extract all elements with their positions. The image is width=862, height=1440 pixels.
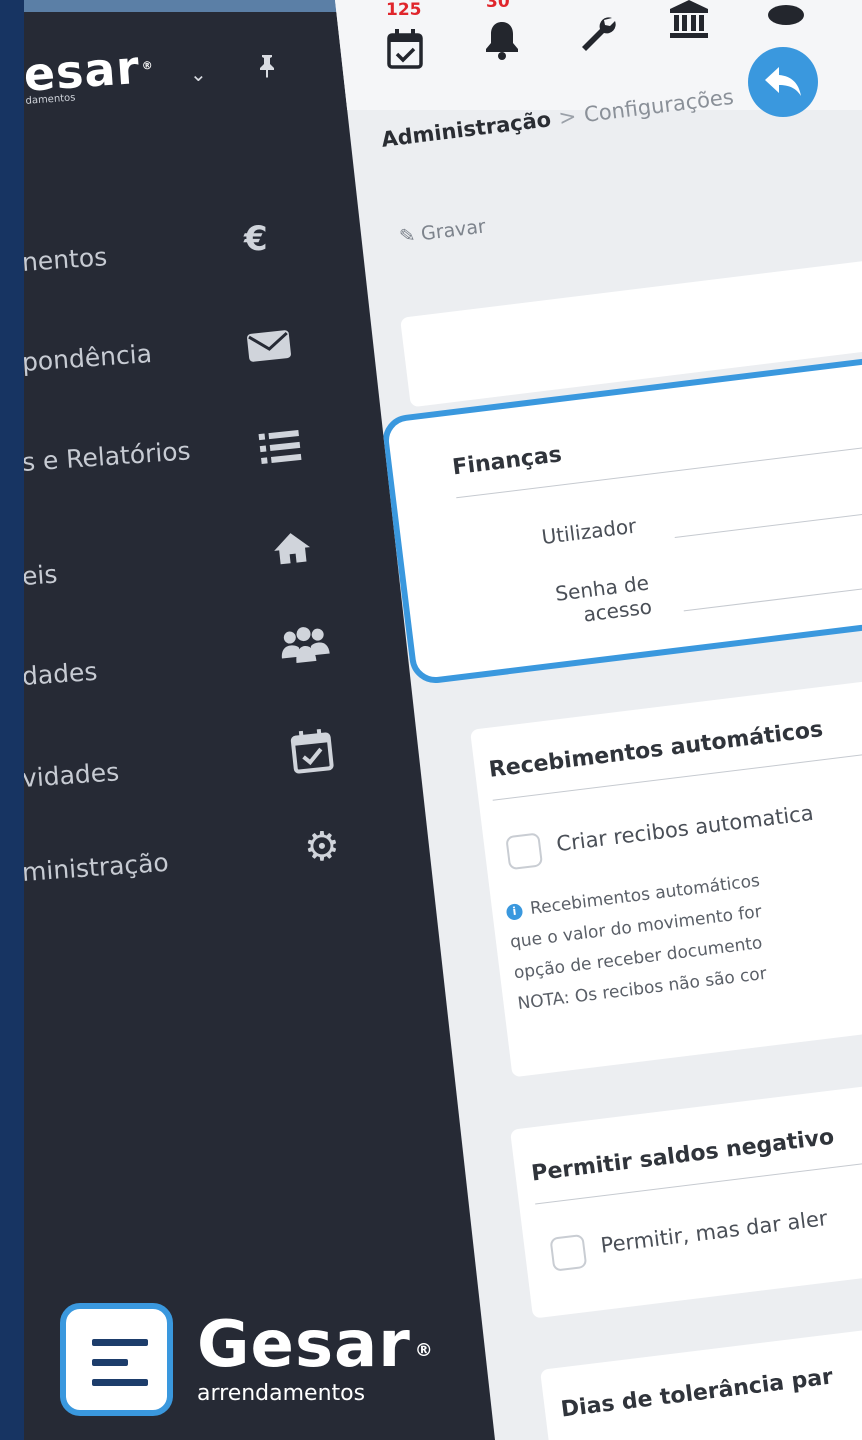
logo-bar xyxy=(92,1379,148,1386)
sidebar-item-label: eis xyxy=(20,559,59,591)
pencil-icon: ✎ xyxy=(398,223,423,248)
sidebar-item-label: pondência xyxy=(20,338,153,377)
sidebar-item-administracao[interactable]: ministração xyxy=(20,847,170,887)
wrench-icon[interactable] xyxy=(578,14,616,61)
calendar-badge: 125 xyxy=(386,0,422,20)
sidebar-item-imoveis[interactable]: eis xyxy=(20,559,59,591)
sidebar-item-label: s e Relatórios xyxy=(20,436,192,477)
list-icon xyxy=(258,428,302,466)
sidebar-item-label: vidades xyxy=(20,757,120,793)
user-icon[interactable] xyxy=(766,0,806,34)
sidebar-item-relatorios[interactable]: s e Relatórios xyxy=(20,436,192,477)
left-brand-strip xyxy=(0,0,24,1440)
saldos-checkbox-label: Permitir, mas dar aler xyxy=(599,1206,829,1258)
senha-input[interactable] xyxy=(683,578,862,612)
envelope-icon xyxy=(246,328,292,364)
bell-badge: 30 xyxy=(486,0,510,12)
gesar-logo-icon xyxy=(60,1303,173,1416)
home-icon xyxy=(272,530,312,566)
breadcrumb-separator: > xyxy=(557,104,578,131)
tolerancia-card: Dias de tolerância par xyxy=(540,1313,862,1440)
reply-icon xyxy=(765,67,801,96)
calendar-check-icon xyxy=(290,728,334,774)
brand-name: esar xyxy=(21,39,142,102)
saldos-title: Permitir saldos negativo xyxy=(530,1124,836,1187)
euro-icon: € xyxy=(244,219,268,259)
back-button[interactable] xyxy=(748,47,818,117)
saldos-checkbox[interactable] xyxy=(549,1233,588,1272)
bell-icon[interactable] xyxy=(484,20,520,69)
saldos-card: Permitir saldos negativo Permitir, mas d… xyxy=(510,1071,862,1319)
gesar-logo: Gesar ® arrendamentos xyxy=(60,1303,434,1416)
calendar-check-icon[interactable] xyxy=(386,28,424,79)
pin-icon[interactable] xyxy=(258,54,276,83)
logo-registered-mark: ® xyxy=(414,1340,434,1361)
sidebar-item-pagamentos[interactable]: nentos xyxy=(20,242,109,277)
info-icon: i xyxy=(505,903,524,921)
chevron-down-icon[interactable]: ⌄ xyxy=(190,62,207,86)
recebimentos-card: Recebimentos automáticos Criar recibos a… xyxy=(470,666,862,1078)
logo-name: Gesar xyxy=(197,1308,411,1382)
sidebar-item-label: nentos xyxy=(20,242,109,277)
recebimentos-checkbox[interactable] xyxy=(505,832,544,871)
users-icon xyxy=(280,626,330,670)
sidebar-item-atividades[interactable]: vidades xyxy=(20,757,120,793)
recebimentos-info: i Recebimentos automáticos que o valor do… xyxy=(505,866,773,1020)
senha-label: Senha de acesso xyxy=(553,571,653,630)
tolerancia-title: Dias de tolerância par xyxy=(559,1364,835,1423)
sidebar-item-correspondencia[interactable]: pondência xyxy=(20,338,153,377)
logo-subtitle: arrendamentos xyxy=(197,1381,366,1406)
sidebar-brand-logo[interactable]: esar® damentos xyxy=(21,39,156,107)
screenshot-stage: esar® damentos ⌄ nentos € pondência s e … xyxy=(0,0,862,1440)
logo-bar xyxy=(92,1359,128,1366)
gear-icon: ⚙ xyxy=(304,824,340,870)
save-button-label: Gravar xyxy=(419,215,487,246)
sidebar-item-entidades[interactable]: dades xyxy=(20,656,99,691)
bank-icon[interactable] xyxy=(668,0,710,49)
brand-registered-mark: ® xyxy=(141,58,155,73)
sidebar-item-label: dades xyxy=(20,656,99,691)
financas-title: Finanças xyxy=(451,442,564,481)
recebimentos-title: Recebimentos automáticos xyxy=(487,717,825,783)
utilizador-input[interactable] xyxy=(674,505,862,538)
utilizador-label: Utilizador xyxy=(540,513,638,550)
recebimentos-checkbox-label: Criar recibos automatica xyxy=(555,800,815,857)
breadcrumb-root[interactable]: Administração xyxy=(380,107,552,152)
sidebar-item-label: ministração xyxy=(20,847,170,887)
sidebar-top-edge xyxy=(24,0,354,12)
logo-bar xyxy=(92,1339,148,1346)
save-button[interactable]: ✎ Gravar xyxy=(398,215,487,247)
